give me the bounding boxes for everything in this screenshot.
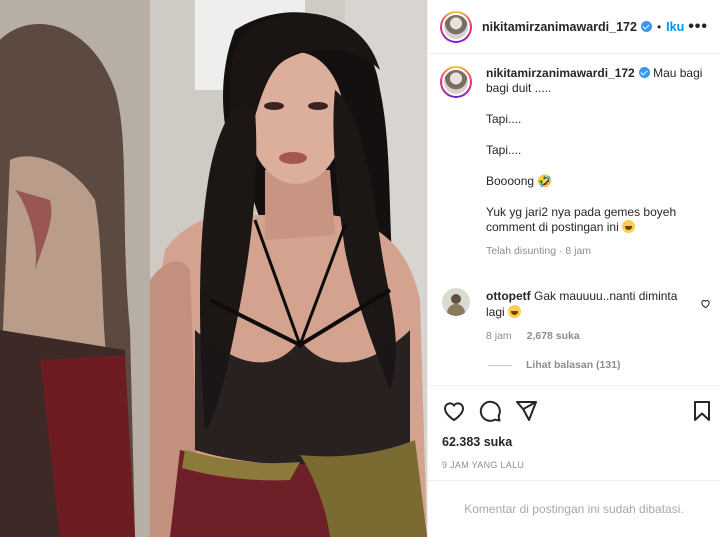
comments-limited-notice: Komentar di postingan ini sudah dibatasi… [428, 480, 719, 537]
verified-badge-icon [640, 21, 652, 32]
comment-time: 8 jam [486, 330, 512, 342]
caption-author-avatar[interactable] [440, 66, 472, 98]
post-actions: 62.383 suka 9 JAM YANG LALU [428, 385, 719, 480]
share-send-icon[interactable] [514, 399, 538, 423]
comment-laughing-emoji-icon [508, 305, 522, 318]
comment-likes[interactable]: 2,678 suka [527, 330, 580, 342]
post-photo[interactable] [0, 0, 427, 537]
post-details-panel: nikitamirzanimawardi_172 • Iku ••• nikit… [427, 0, 719, 537]
laughing-emoji-icon [622, 220, 636, 233]
replies-divider [488, 364, 512, 366]
save-bookmark-icon[interactable] [690, 399, 714, 423]
view-replies-link[interactable]: Lihat balasan (131) [488, 359, 621, 371]
follow-button[interactable]: Iku [666, 20, 684, 34]
more-options-icon[interactable]: ••• [688, 18, 708, 36]
caption-username[interactable]: nikitamirzanimawardi_172 [486, 66, 635, 80]
author-username[interactable]: nikitamirzanimawardi_172 [482, 20, 637, 34]
likes-count[interactable]: 62.383 suka [442, 435, 512, 449]
post-photo-illustration [0, 0, 427, 537]
header-separator: • [656, 19, 662, 34]
author-avatar[interactable] [440, 10, 472, 43]
post-header: nikitamirzanimawardi_172 • Iku ••• [428, 0, 719, 54]
caption-line-5: Yuk yg jari2 nya pada gemes boyeh commen… [486, 205, 677, 234]
caption-verified-badge-icon [638, 67, 650, 78]
post-caption: nikitamirzanimawardi_172 Mau bagi bagi d… [440, 66, 710, 259]
caption-line-2: Tapi.... [486, 112, 522, 126]
caption-text: nikitamirzanimawardi_172 Mau bagi bagi d… [486, 66, 710, 259]
instagram-post-view: nikitamirzanimawardi_172 • Iku ••• nikit… [0, 0, 719, 537]
caption-line-4: Boooong 🤣 [486, 174, 553, 188]
comment-item: ottopetf Gak mauuuu..nanti diminta lagi … [440, 288, 715, 344]
like-heart-icon[interactable] [442, 399, 466, 423]
caption-line-3: Tapi.... [486, 143, 522, 157]
commenter-avatar[interactable] [442, 288, 470, 316]
view-replies-label[interactable]: Lihat balasan (131) [526, 359, 621, 371]
comment-bubble-icon[interactable] [478, 399, 502, 423]
post-timestamp[interactable]: 9 JAM YANG LALU [442, 460, 524, 470]
commenter-username[interactable]: ottopetf [486, 289, 531, 303]
caption-edited-meta: Telah disunting · 8 jam [486, 245, 592, 257]
comment-like-heart-icon[interactable] [700, 298, 711, 309]
